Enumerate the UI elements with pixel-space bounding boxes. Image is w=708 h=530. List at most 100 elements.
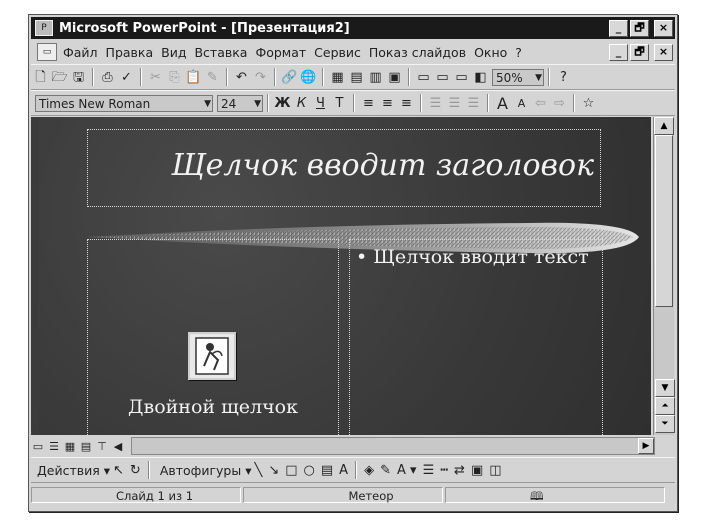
align-right-icon[interactable]: ≡ — [398, 95, 415, 112]
spacing-icon[interactable]: ☰ — [465, 95, 482, 112]
vertical-scrollbar[interactable]: ▲ ▼ ⏶ ⏷ — [653, 117, 675, 435]
actions-menu[interactable]: Действия ▾ — [37, 463, 110, 478]
menu-help[interactable]: ? — [515, 45, 522, 60]
dash-style-icon[interactable]: ┅ — [440, 463, 448, 478]
shadow-icon[interactable]: ▣ — [471, 463, 483, 478]
close-button[interactable]: × — [654, 20, 673, 37]
clipart-icon[interactable] — [188, 332, 236, 380]
align-left-icon[interactable]: ≡ — [360, 95, 377, 112]
cut-icon[interactable]: ✂ — [147, 69, 164, 86]
save-icon[interactable]: 🖫 — [70, 69, 87, 86]
bullets-icon[interactable]: ☰ — [446, 95, 463, 112]
align-center-icon[interactable]: ≡ — [379, 95, 396, 112]
horizontal-scrollbar[interactable]: ▶ — [131, 437, 655, 455]
copy-icon[interactable]: ⎘ — [166, 69, 183, 86]
previous-slide-icon[interactable]: ⏶ — [655, 397, 675, 415]
menu-file[interactable]: Файл — [63, 45, 98, 60]
select-objects-icon[interactable]: ↖ — [113, 463, 124, 478]
font-color-button[interactable]: A ▾ — [397, 463, 417, 478]
menu-slideshow[interactable]: Показ слайдов — [369, 45, 466, 60]
bold-button[interactable]: Ж — [274, 95, 291, 112]
powerpoint-app-icon[interactable]: P — [35, 20, 53, 36]
outline-view-icon[interactable]: ☰ — [47, 440, 61, 453]
normal-view-icon[interactable]: ▭ — [31, 440, 45, 453]
new-icon[interactable]: 🗋 — [32, 69, 49, 86]
doc-close-button[interactable]: × — [654, 44, 673, 61]
restore-button[interactable]: 🗗 — [630, 20, 649, 37]
new-slide-icon[interactable]: ▭ — [415, 69, 432, 86]
doc-restore-button[interactable]: 🗗 — [630, 44, 649, 61]
numbering-icon[interactable]: ☰ — [427, 95, 444, 112]
animation-effects-icon[interactable]: ☆ — [580, 95, 597, 112]
insert-excel-icon[interactable]: ▤ — [348, 69, 365, 86]
slideshow-view-icon[interactable]: ⊤ — [95, 440, 109, 453]
title-placeholder[interactable]: Щелчок вводит заголовок — [87, 129, 601, 207]
demote-icon[interactable]: ⇨ — [551, 95, 568, 112]
slide-layout-icon[interactable]: ▭ — [434, 69, 451, 86]
open-icon[interactable]: 🗁 — [51, 69, 68, 86]
minimize-button[interactable]: _ — [609, 20, 628, 37]
scroll-up-icon[interactable]: ▲ — [654, 117, 674, 135]
scroll-right-icon[interactable]: ▶ — [638, 438, 654, 454]
free-rotate-icon[interactable]: ↻ — [130, 463, 141, 478]
line-icon[interactable]: ╲ — [255, 463, 263, 478]
app-window: P Microsoft PowerPoint - [Презентация2] … — [28, 14, 678, 512]
slide[interactable]: Щелчок вводит заголовок Двойной щелчок •… — [39, 117, 651, 435]
insert-word-table-icon[interactable]: ▦ — [329, 69, 346, 86]
web-toolbar-icon[interactable]: 🌐 — [300, 69, 317, 86]
oval-icon[interactable]: ○ — [304, 463, 315, 478]
zoom-combo[interactable]: 50% ▼ — [492, 68, 544, 86]
text-placeholder[interactable]: • Щелчок вводит текст — [349, 239, 603, 435]
rectangle-icon[interactable]: □ — [285, 463, 297, 478]
text-box-icon[interactable]: ▤ — [321, 463, 333, 478]
3d-icon[interactable]: ◫ — [489, 463, 501, 478]
autoshapes-menu[interactable]: Автофигуры ▾ — [160, 463, 252, 478]
line-style-icon[interactable]: ☰ — [423, 463, 435, 478]
menu-insert[interactable]: Вставка — [194, 45, 247, 60]
doc-minimize-button[interactable]: _ — [609, 44, 628, 61]
redo-icon[interactable]: ↷ — [252, 69, 269, 86]
wordart-icon[interactable]: A — [339, 463, 348, 478]
font-value: Times New Roman — [39, 96, 151, 111]
italic-button[interactable]: К — [293, 95, 310, 112]
grow-font-button[interactable]: A — [494, 95, 511, 112]
font-size-combo[interactable]: 24 ▼ — [217, 94, 263, 112]
scroll-left-icon[interactable]: ◀ — [111, 440, 125, 453]
format-painter-icon[interactable]: ✎ — [204, 69, 221, 86]
menu-format[interactable]: Формат — [255, 45, 306, 60]
line-color-icon[interactable]: ✎ — [380, 463, 391, 478]
menu-tools[interactable]: Сервис — [314, 45, 361, 60]
title-placeholder-text: Щелчок вводит заголовок — [171, 148, 594, 183]
notes-view-icon[interactable]: ▤ — [79, 440, 93, 453]
insert-chart-icon[interactable]: ▥ — [367, 69, 384, 86]
hyperlink-icon[interactable]: 🔗 — [281, 69, 298, 86]
fill-color-icon[interactable]: ◈ — [364, 463, 374, 478]
menu-edit[interactable]: Правка — [106, 45, 154, 60]
slide-sorter-view-icon[interactable]: ▦ — [63, 440, 77, 453]
arrow-style-icon[interactable]: ⇄ — [454, 463, 465, 478]
paste-icon[interactable]: 📋 — [185, 69, 202, 86]
underline-button[interactable]: Ч — [312, 95, 329, 112]
view-bar: ▭ ☰ ▦ ▤ ⊤ ◀ ▶ — [31, 437, 675, 455]
insert-clipart-icon[interactable]: ▣ — [386, 69, 403, 86]
grayscale-icon[interactable]: ◧ — [472, 69, 489, 86]
spelling-icon[interactable]: ✓ — [118, 69, 135, 86]
shadow-button[interactable]: Т — [331, 95, 348, 112]
slide-pane[interactable]: Щелчок вводит заголовок Двойной щелчок •… — [31, 117, 651, 435]
scroll-down-icon[interactable]: ▼ — [655, 379, 675, 397]
menu-window[interactable]: Окно — [474, 45, 507, 60]
shrink-font-button[interactable]: A — [513, 95, 530, 112]
office-assistant-icon[interactable]: ? — [555, 69, 572, 86]
print-icon[interactable]: ⎙ — [99, 69, 116, 86]
document-icon[interactable]: ▭ — [37, 43, 57, 61]
promote-icon[interactable]: ⇦ — [532, 95, 549, 112]
object-placeholder[interactable]: Двойной щелчок — [87, 239, 339, 435]
menu-view[interactable]: Вид — [161, 45, 186, 60]
undo-icon[interactable]: ↶ — [233, 69, 250, 86]
next-slide-icon[interactable]: ⏷ — [655, 415, 675, 433]
font-combo[interactable]: Times New Roman ▼ — [35, 94, 213, 112]
chevron-down-icon: ▼ — [535, 72, 542, 83]
scroll-thumb[interactable] — [655, 135, 673, 307]
apply-design-icon[interactable]: ▭ — [453, 69, 470, 86]
arrow-icon[interactable]: ↘ — [268, 463, 279, 478]
